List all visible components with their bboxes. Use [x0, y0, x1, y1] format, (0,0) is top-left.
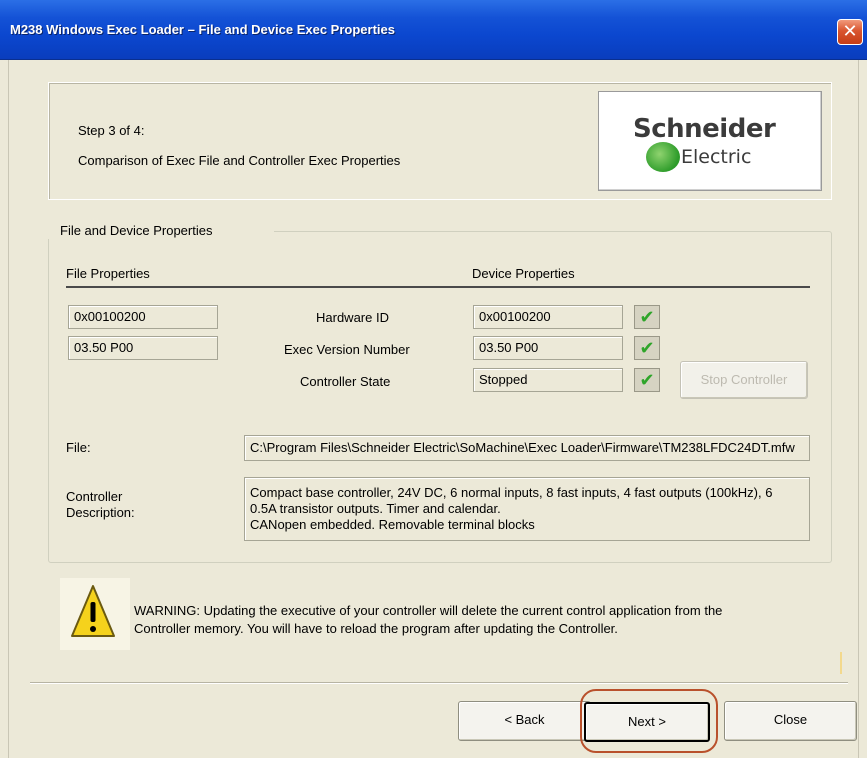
- step-indicator: Step 3 of 4:: [78, 123, 145, 138]
- group-legend: File and Device Properties: [56, 223, 217, 238]
- footer-divider: [30, 682, 848, 684]
- controller-description-label-line1: Controller: [66, 489, 123, 504]
- device-properties-heading: Device Properties: [472, 266, 575, 281]
- step-description: Comparison of Exec File and Controller E…: [78, 153, 401, 168]
- warning-message: WARNING: Updating the executive of your …: [134, 602, 814, 638]
- controller-description-line3: CANopen embedded. Removable terminal blo…: [250, 517, 535, 532]
- title-bar: M238 Windows Exec Loader – File and Devi…: [0, 0, 867, 60]
- warning-line2: Controller memory. You will have to relo…: [134, 621, 618, 636]
- controller-description-label-line2: Description:: [66, 505, 135, 520]
- schneider-electric-logo: Schneider Electric: [598, 91, 822, 191]
- stop-controller-button[interactable]: Stop Controller: [680, 361, 808, 399]
- check-icon: ✔: [634, 305, 660, 329]
- warning-icon: [71, 585, 115, 637]
- warning-line1: WARNING: Updating the executive of your …: [134, 603, 723, 618]
- logo-text-electric: Electric: [681, 146, 752, 168]
- close-button[interactable]: Close: [724, 701, 857, 741]
- hardware-id-label: Hardware ID: [316, 310, 389, 325]
- check-icon: ✔: [634, 368, 660, 392]
- device-exec-version-field: 03.50 P00: [473, 336, 623, 360]
- file-properties-heading: File Properties: [66, 266, 150, 281]
- device-controller-state-field: Stopped: [473, 368, 623, 392]
- exec-version-label: Exec Version Number: [284, 342, 410, 357]
- controller-description-field: Compact base controller, 24V DC, 6 norma…: [244, 477, 810, 541]
- device-hardware-id-field: 0x00100200: [473, 305, 623, 329]
- heading-divider: [66, 286, 810, 288]
- file-exec-version-field: 03.50 P00: [68, 336, 218, 360]
- logo-text-schneider: Schneider: [633, 114, 776, 144]
- controller-state-label: Controller State: [300, 374, 391, 389]
- controller-description-line1: Compact base controller, 24V DC, 6 norma…: [250, 485, 773, 500]
- file-hardware-id-field: 0x00100200: [68, 305, 218, 329]
- close-window-button[interactable]: ✕: [837, 19, 863, 45]
- controller-description-line2: 0.5A transistor outputs. Timer and calen…: [250, 501, 501, 516]
- back-button[interactable]: < Back: [458, 701, 591, 741]
- window-title: M238 Windows Exec Loader – File and Devi…: [10, 22, 395, 37]
- logo-mark-icon: [646, 142, 680, 172]
- file-label: File:: [66, 440, 91, 455]
- file-path-field: C:\Program Files\Schneider Electric\SoMa…: [244, 435, 810, 461]
- check-icon: ✔: [634, 336, 660, 360]
- next-button-highlight: [580, 689, 718, 753]
